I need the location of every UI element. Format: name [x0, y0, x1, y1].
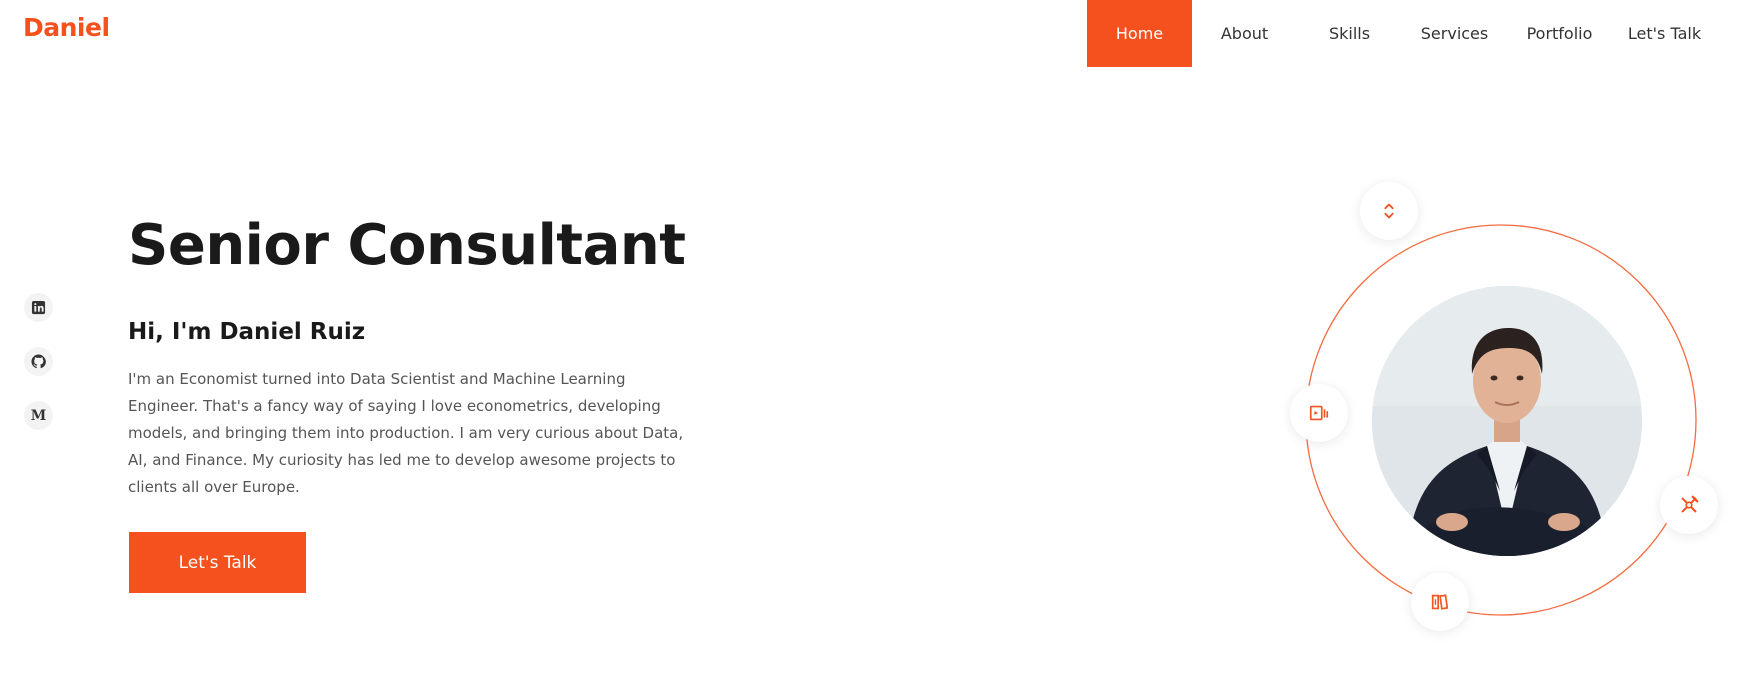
site-logo[interactable]: Daniel [23, 13, 110, 42]
nav-lets-talk[interactable]: Let's Talk [1612, 0, 1717, 67]
hero-title: Senior Consultant [128, 213, 686, 278]
hero-description: I'm an Economist turned into Data Scient… [128, 370, 684, 496]
tools-icon [1681, 495, 1699, 513]
github-link[interactable] [24, 347, 53, 376]
main-nav: Home About Skills Services Portfolio Let… [1087, 0, 1717, 67]
linkedin-icon [31, 300, 46, 315]
hero-visual [1260, 170, 1720, 660]
tools-icon-badge [1660, 476, 1718, 534]
github-icon [31, 354, 46, 369]
linkedin-link[interactable] [24, 293, 53, 322]
presentation-icon [1309, 405, 1329, 421]
lets-talk-button[interactable]: Let's Talk [129, 532, 306, 593]
nav-about[interactable]: About [1192, 0, 1297, 67]
arrows-icon [1384, 203, 1394, 219]
arrows-icon-badge [1360, 182, 1418, 240]
social-links: M [24, 293, 53, 430]
books-icon-badge [1411, 573, 1469, 631]
books-icon [1431, 594, 1449, 610]
medium-icon: M [30, 407, 47, 424]
nav-skills[interactable]: Skills [1297, 0, 1402, 67]
profile-photo [1372, 286, 1642, 556]
medium-link[interactable]: M [24, 401, 53, 430]
nav-home[interactable]: Home [1087, 0, 1192, 67]
nav-services[interactable]: Services [1402, 0, 1507, 67]
hero-subtitle: Hi, I'm Daniel Ruiz [128, 319, 366, 345]
nav-portfolio[interactable]: Portfolio [1507, 0, 1612, 67]
presentation-icon-badge [1290, 384, 1348, 442]
